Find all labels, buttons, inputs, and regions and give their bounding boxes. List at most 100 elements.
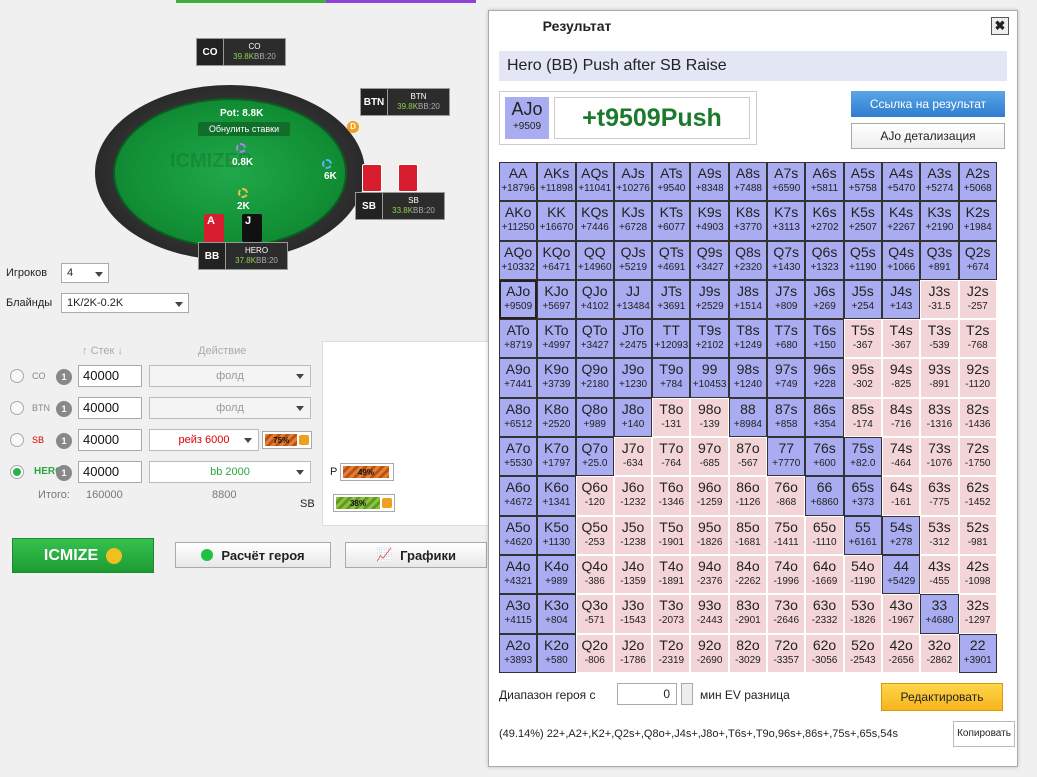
- hand-cell[interactable]: K9s +4903: [690, 201, 729, 241]
- hand-cell[interactable]: 62o -3056: [805, 633, 844, 673]
- hand-cell[interactable]: AKo +11250: [499, 201, 538, 241]
- hand-cell[interactable]: Q4o -386: [575, 554, 614, 595]
- hand-cell[interactable]: 87s +858: [767, 397, 806, 438]
- players-select[interactable]: 4: [61, 263, 109, 283]
- hand-cell[interactable]: 92o -2690: [690, 633, 729, 673]
- stack-input-co[interactable]: 40000: [78, 365, 142, 387]
- hand-cell[interactable]: A9o +7441: [499, 358, 538, 398]
- hand-cell[interactable]: 53o -1826: [843, 594, 882, 634]
- hand-cell[interactable]: T9s +2102: [690, 319, 729, 359]
- hand-cell[interactable]: 98s +1240: [728, 358, 768, 398]
- hand-cell[interactable]: Q8o +989: [575, 397, 614, 438]
- hand-cell[interactable]: J4s +143: [881, 279, 921, 320]
- hand-cell[interactable]: 96s +228: [805, 358, 844, 398]
- hand-cell[interactable]: J7o -634: [613, 437, 653, 477]
- hand-cell[interactable]: A4o +4321: [499, 554, 538, 595]
- stack-input-hero[interactable]: 40000: [78, 461, 142, 483]
- seat-btn[interactable]: BTN BTN 39.8KBB:20: [360, 88, 450, 116]
- hand-cell[interactable]: 64s -161: [881, 476, 921, 516]
- hand-cell[interactable]: KTs +6077: [652, 201, 691, 241]
- hand-cell[interactable]: 52o -2543: [843, 633, 882, 673]
- hand-cell[interactable]: 87o -567: [728, 437, 768, 477]
- hand-cell[interactable]: K6o +1341: [537, 476, 576, 516]
- hand-cell[interactable]: 72s -1750: [958, 437, 997, 477]
- hand-cell[interactable]: K5o +1130: [537, 515, 576, 555]
- sb-stat-range-percent[interactable]: 38%: [333, 494, 395, 512]
- hand-cell[interactable]: 65s +373: [843, 476, 882, 516]
- hand-cell[interactable]: J2o -1786: [613, 633, 653, 673]
- action-select-sb[interactable]: рейз 6000: [149, 429, 259, 451]
- seat-co[interactable]: CO CO 39.8KBB:20: [196, 38, 286, 66]
- hand-cell[interactable]: J6s +269: [805, 279, 844, 320]
- hand-cell[interactable]: 88 +8984: [728, 397, 768, 438]
- stack-input-btn[interactable]: 40000: [78, 397, 142, 419]
- hand-cell[interactable]: AJo +9509: [499, 279, 538, 320]
- hand-cell[interactable]: J8o +140: [613, 397, 653, 438]
- hand-cell[interactable]: K3o +804: [537, 594, 576, 634]
- hand-cell[interactable]: T6s +150: [805, 319, 844, 359]
- hand-cell[interactable]: T5s -367: [843, 319, 882, 359]
- hand-cell[interactable]: 44 +5429: [881, 554, 921, 595]
- hand-cell[interactable]: A6o +4672: [499, 476, 538, 516]
- hand-cell[interactable]: 32s -1297: [958, 594, 997, 634]
- hand-cell[interactable]: ATs +9540: [652, 162, 691, 202]
- hand-cell[interactable]: 73s -1076: [920, 437, 959, 477]
- hand-cell[interactable]: Q7o +25.0: [575, 437, 614, 477]
- hand-cell[interactable]: J4o -1359: [613, 554, 653, 595]
- hand-cell[interactable]: Q7s +1430: [767, 240, 806, 280]
- hand-cell[interactable]: T8s +1249: [728, 319, 768, 359]
- hero-calc-button[interactable]: Расчёт героя: [175, 542, 331, 568]
- hand-cell[interactable]: 85o -1681: [728, 515, 768, 555]
- hand-cell[interactable]: T4o -1891: [652, 554, 691, 595]
- hand-cell[interactable]: AJs +10276: [613, 162, 653, 202]
- hand-cell[interactable]: 22 +3901: [958, 633, 997, 673]
- hand-cell[interactable]: KJs +6728: [613, 201, 653, 241]
- charts-button[interactable]: 📈 Графики: [345, 542, 487, 568]
- sb-range-percent[interactable]: 75%: [262, 431, 312, 449]
- hand-cell[interactable]: K8o +2520: [537, 397, 576, 438]
- hand-cell[interactable]: T9o +784: [652, 358, 691, 398]
- blinds-select[interactable]: 1K/2K-0.2K: [61, 293, 189, 313]
- hand-cell[interactable]: 97o -685: [690, 437, 729, 477]
- hand-cell[interactable]: T8o -131: [652, 397, 691, 438]
- min-ev-input[interactable]: 0: [617, 683, 677, 705]
- hand-cell[interactable]: KTo +4997: [537, 319, 576, 359]
- hand-cell[interactable]: 84o -2262: [728, 554, 768, 595]
- hand-cell[interactable]: A8s +7488: [728, 162, 768, 202]
- hand-cell[interactable]: T7o -764: [652, 437, 691, 477]
- hand-cell[interactable]: 43o -1967: [881, 594, 921, 634]
- hand-cell[interactable]: 75s +82.0: [843, 437, 882, 477]
- hand-cell[interactable]: J5o -1238: [613, 515, 653, 555]
- hand-cell[interactable]: 66 +6860: [805, 476, 844, 516]
- hand-cell[interactable]: 63s -775: [920, 476, 959, 516]
- player-count-badge[interactable]: 1: [56, 369, 72, 385]
- radio-sb[interactable]: [10, 433, 24, 447]
- hand-cell[interactable]: 42s -1098: [958, 554, 997, 595]
- hand-cell[interactable]: A9s +8348: [690, 162, 729, 202]
- result-tab[interactable]: Результат: [497, 11, 657, 41]
- hand-cell[interactable]: J8s +1514: [728, 279, 768, 320]
- hand-cell[interactable]: T5o -1901: [652, 515, 691, 555]
- hand-cell[interactable]: 93o -2443: [690, 594, 729, 634]
- hand-cell[interactable]: Q9s +3427: [690, 240, 729, 280]
- hand-cell[interactable]: 64o -1669: [805, 554, 844, 595]
- hand-cell[interactable]: JTo +2475: [613, 319, 653, 359]
- action-select-btn[interactable]: фолд: [149, 397, 311, 419]
- hand-cell[interactable]: KK +16670: [537, 201, 576, 241]
- hand-cell[interactable]: TT +12093: [652, 319, 691, 359]
- hand-cell[interactable]: J5s +254: [843, 279, 882, 320]
- hand-cell[interactable]: 84s -716: [881, 397, 921, 438]
- hand-cell[interactable]: 96o -1259: [690, 476, 729, 516]
- hand-cell[interactable]: AKs +11898: [537, 162, 576, 202]
- hand-cell[interactable]: KQs +7446: [575, 201, 614, 241]
- reset-bets-button[interactable]: Обнулить ставки: [198, 122, 290, 136]
- hand-cell[interactable]: T2o -2319: [652, 633, 691, 673]
- hand-cell[interactable]: 62s -1452: [958, 476, 997, 516]
- hand-cell[interactable]: T6o -1346: [652, 476, 691, 516]
- hand-cell[interactable]: 74o -1996: [767, 554, 806, 595]
- hand-cell[interactable]: 42o -2656: [881, 633, 921, 673]
- hand-cell[interactable]: 83o -2901: [728, 594, 768, 634]
- hand-cell[interactable]: K5s +2507: [843, 201, 882, 241]
- hand-cell[interactable]: A3o +4115: [499, 594, 538, 634]
- hand-cell[interactable]: 43s -455: [920, 554, 959, 595]
